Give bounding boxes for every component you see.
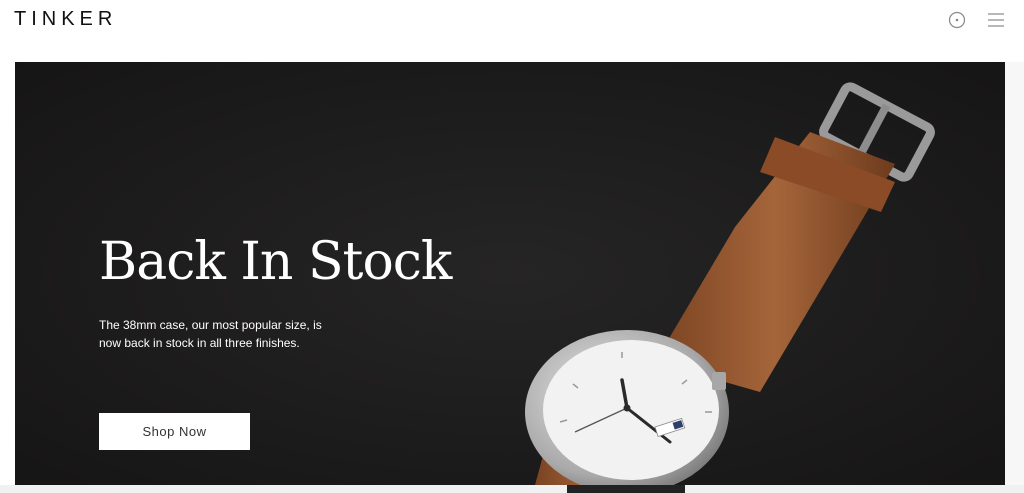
menu-icon[interactable] <box>986 10 1006 30</box>
shop-now-button[interactable]: Shop Now <box>99 413 250 450</box>
page-gutter <box>1005 62 1024 485</box>
tinker-logo[interactable]: TINKER <box>14 8 117 31</box>
site-header: TINKER <box>0 0 1024 40</box>
hero-title: Back In Stock <box>99 232 452 292</box>
next-section-peek <box>567 485 685 493</box>
bottom-edge <box>0 485 1024 493</box>
hero-description: The 38mm case, our most popular size, is… <box>99 318 322 350</box>
account-icon[interactable] <box>947 10 967 30</box>
hero-banner: Back In Stock The 38mm case, our most po… <box>15 62 1005 485</box>
